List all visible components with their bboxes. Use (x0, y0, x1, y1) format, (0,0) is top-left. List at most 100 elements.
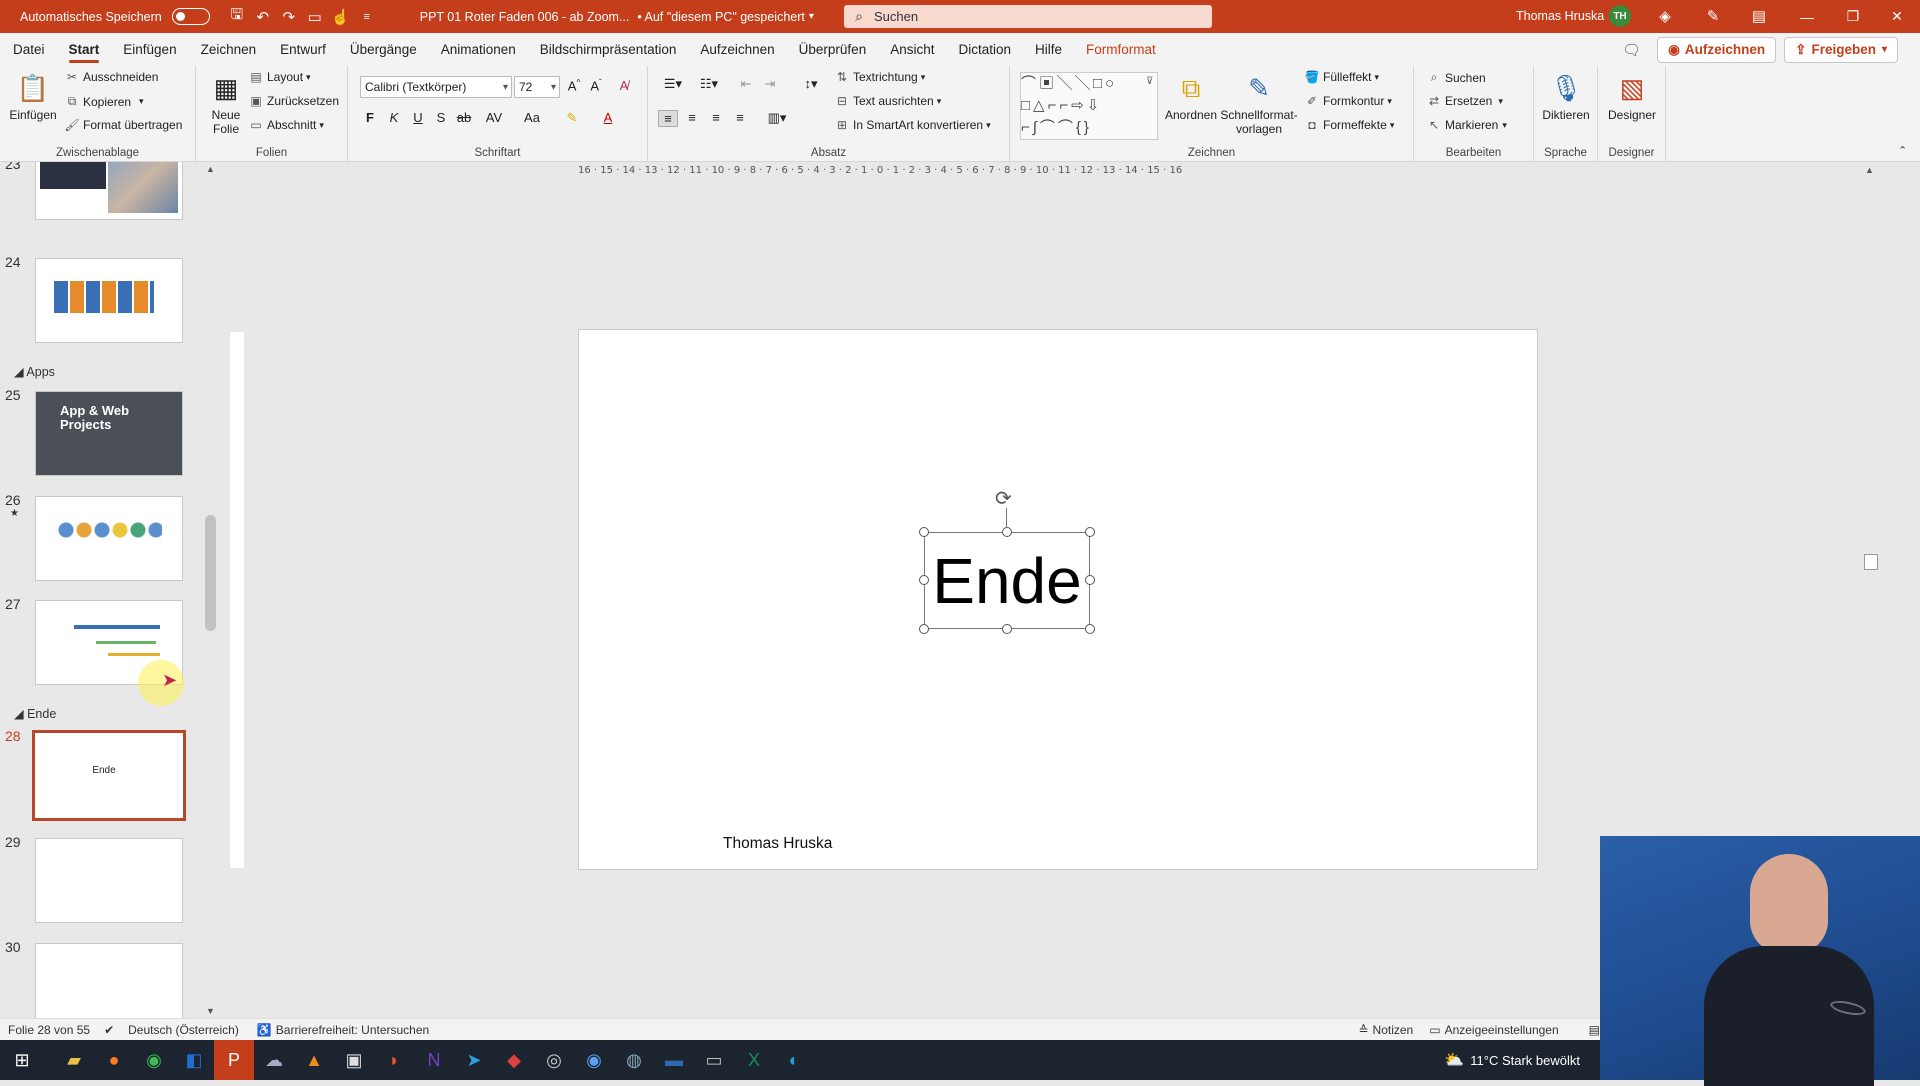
premium-icon[interactable]: ◈ (1652, 3, 1678, 29)
underline-button[interactable]: U (408, 110, 428, 125)
vlc-icon[interactable]: ▲ (294, 1040, 334, 1080)
redo-icon[interactable]: ↷ (276, 4, 302, 30)
share-button[interactable]: ⇪ Freigeben ▾ (1784, 36, 1898, 63)
char-spacing-button[interactable]: AV (480, 110, 508, 125)
slide-thumb-29[interactable] (35, 838, 183, 923)
find-button[interactable]: ⌕ Suchen (1426, 70, 1486, 85)
scroll-down-icon[interactable]: ▼ (206, 1006, 215, 1016)
slide-author-text[interactable]: Thomas Hruska (723, 835, 832, 853)
align-right-icon[interactable]: ≡ (706, 110, 726, 125)
save-location[interactable]: • Auf "diesem PC" gespeichert (637, 10, 805, 24)
word-icon[interactable]: ▬ (654, 1040, 694, 1080)
highlight-icon[interactable]: ✎ (562, 110, 582, 126)
slide-main-text[interactable]: Ende (930, 537, 1084, 625)
italic-button[interactable]: K (384, 110, 404, 125)
decrease-indent-icon[interactable]: ⇤ (736, 76, 756, 92)
format-painter-button[interactable]: 🖌 Format übertragen (64, 118, 182, 132)
telegram-icon[interactable]: ➤ (454, 1040, 494, 1080)
tab-formformat[interactable]: Formformat (1074, 33, 1168, 66)
shadow-button[interactable]: S (431, 110, 451, 125)
pen-icon[interactable]: ✎ (1700, 3, 1726, 29)
align-text-button[interactable]: ⊟ Text ausrichten ▾ (834, 94, 941, 108)
font-size-combo[interactable]: 72 (514, 76, 560, 98)
touch-mode-icon[interactable]: ☝ (328, 4, 354, 30)
user-name[interactable]: Thomas Hruska (1516, 9, 1604, 23)
chevron-down-icon[interactable]: ▾ (809, 11, 814, 22)
display-settings-button[interactable]: Anzeigeeinstellungen (1445, 1023, 1559, 1037)
change-case-button[interactable]: Aa (518, 110, 546, 125)
tab-hilfe[interactable]: Hilfe (1023, 33, 1074, 66)
weather-text[interactable]: 11°C Stark bewölkt (1470, 1053, 1580, 1068)
align-left-icon[interactable]: ≡ (658, 110, 678, 127)
accessibility-status[interactable]: Barrierefreiheit: Untersuchen (276, 1023, 429, 1037)
slide-thumb-30[interactable] (35, 943, 183, 1018)
shape-fill-button[interactable]: 🪣 Fülleffekt ▾ (1304, 70, 1379, 84)
tab-aufzeichnen[interactable]: Aufzeichnen (688, 33, 786, 66)
paste-button[interactable]: 📋 Einfügen (8, 71, 58, 122)
text-direction-button[interactable]: ⇅ Textrichtung ▾ (834, 70, 925, 84)
shape-outline-button[interactable]: ✐ Formkontur ▾ (1304, 94, 1392, 108)
scroll-up-icon[interactable]: ▲ (206, 164, 215, 174)
notes-button[interactable]: Notizen (1373, 1023, 1414, 1037)
reset-button[interactable]: ▣ Zurücksetzen (248, 94, 339, 108)
tab-uebergaenge[interactable]: Übergänge (338, 33, 429, 66)
canvas-scroll-thumb[interactable] (1864, 554, 1878, 570)
minimize-icon[interactable]: — (1784, 0, 1830, 33)
strikethrough-button[interactable]: ab (454, 110, 474, 125)
close-icon[interactable]: ✕ (1874, 0, 1920, 33)
slide-thumb-24[interactable] (35, 258, 183, 343)
resize-handle[interactable] (919, 575, 929, 585)
obs-icon[interactable]: ◎ (534, 1040, 574, 1080)
restore-icon[interactable]: ❐ (1830, 0, 1876, 33)
clear-format-icon[interactable]: A̸ (614, 78, 634, 93)
increease-indent-icon[interactable]: ⇥ (760, 76, 780, 92)
tab-start[interactable]: Start (57, 33, 112, 66)
tab-animationen[interactable]: Animationen (429, 33, 528, 66)
scroll-thumb[interactable] (205, 515, 216, 631)
arrange-button[interactable]: ⧉ Anordnen (1165, 71, 1217, 122)
numbering-icon[interactable]: ☷▾ (694, 76, 724, 92)
dictate-button[interactable]: 🎙 Diktieren (1538, 71, 1594, 122)
section-header-apps[interactable]: ◢ Apps (14, 364, 55, 379)
copy-button[interactable]: ⧉ Kopieren ▾ (64, 94, 144, 109)
firefox-icon[interactable]: ● (94, 1040, 134, 1080)
spellcheck-icon[interactable]: ✔ (104, 1023, 114, 1037)
replace-button[interactable]: ⇄ Ersetzen ▾ (1426, 94, 1503, 108)
resize-handle[interactable] (1002, 624, 1012, 634)
resize-handle[interactable] (1085, 575, 1095, 585)
resize-handle[interactable] (919, 624, 929, 634)
search-box[interactable]: ⌕ Suchen (844, 5, 1212, 28)
section-header-ende[interactable]: ◢ Ende (14, 706, 56, 721)
record-button[interactable]: ◉ Aufzeichnen (1657, 36, 1777, 63)
resize-handle[interactable] (1085, 527, 1095, 537)
font-color-icon[interactable]: A (598, 110, 618, 125)
app-icon[interactable]: ▭ (694, 1040, 734, 1080)
smartart-button[interactable]: ⊞ In SmartArt konvertieren ▾ (834, 118, 991, 132)
tab-entwurf[interactable]: Entwurf (268, 33, 338, 66)
tab-dictation[interactable]: Dictation (946, 33, 1023, 66)
tab-ueberpruefen[interactable]: Überprüfen (787, 33, 879, 66)
resize-handle[interactable] (1002, 527, 1012, 537)
columns-icon[interactable]: ▥▾ (762, 110, 792, 126)
resize-handle[interactable] (1085, 624, 1095, 634)
ribbon-display-icon[interactable]: ▤ (1746, 3, 1772, 29)
app-icon[interactable]: ◉ (574, 1040, 614, 1080)
line-spacing-icon[interactable]: ↕▾ (796, 76, 826, 92)
avatar[interactable]: TH (1609, 5, 1631, 27)
select-button[interactable]: ↖ Markieren ▾ (1426, 118, 1507, 132)
app-icon[interactable]: ◍ (614, 1040, 654, 1080)
slide-thumb-28[interactable]: Ende (32, 730, 186, 821)
app-icon[interactable]: ▣ (334, 1040, 374, 1080)
undo-icon[interactable]: ↶ (250, 4, 276, 30)
app-icon[interactable]: ☁ (254, 1040, 294, 1080)
onenote-icon[interactable]: N (414, 1040, 454, 1080)
section-button[interactable]: ▭ Abschnitt ▾ (248, 118, 324, 132)
app-icon[interactable]: ◗ (374, 1040, 414, 1080)
app-icon[interactable]: ◆ (494, 1040, 534, 1080)
collapse-ribbon-icon[interactable]: ⌃ (1898, 144, 1907, 157)
outlook-icon[interactable]: ◧ (174, 1040, 214, 1080)
resize-handle[interactable] (919, 527, 929, 537)
customize-qat-icon[interactable]: ≡ (354, 4, 380, 30)
autosave-toggle[interactable] (171, 8, 210, 25)
save-icon[interactable]: 🖫 (224, 4, 250, 30)
